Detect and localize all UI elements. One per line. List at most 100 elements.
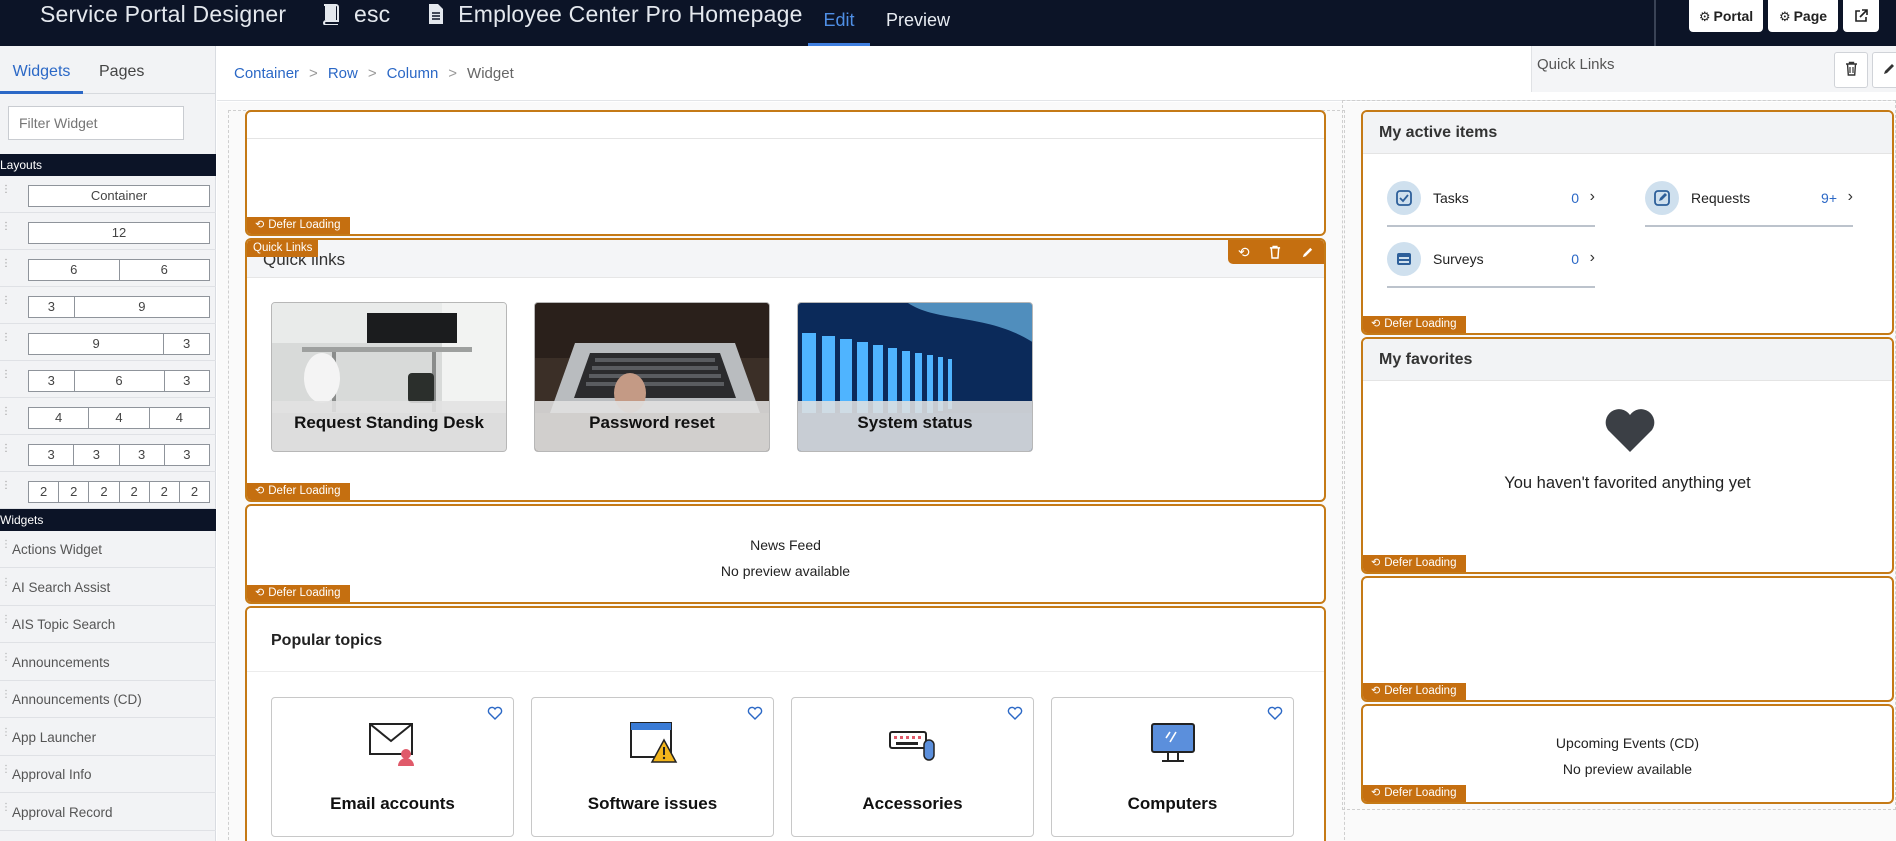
designer-header: Service Portal Designer esc Employee Cen…	[0, 0, 1896, 46]
upcoming-events-widget[interactable]: Upcoming Events (CD) No preview availabl…	[1361, 704, 1894, 804]
drag-handle-icon[interactable]: ⋮	[1, 407, 11, 422]
open-new-window-button[interactable]	[1843, 0, 1879, 32]
layout-option[interactable]: ⋮ 3 3 3 3	[0, 435, 216, 472]
breadcrumb-current: Widget	[467, 65, 514, 82]
widget-list-item[interactable]: ⋮ App Launcher	[0, 719, 216, 756]
tab-pages[interactable]: Pages	[99, 46, 144, 94]
layout-option[interactable]: ⋮ 3 6 3	[0, 361, 216, 398]
tab-edit[interactable]: Edit	[808, 0, 870, 46]
tab-widgets[interactable]: Widgets	[0, 46, 83, 94]
quick-links-widget[interactable]: Quick links Quick Links ⟲ Request Standi…	[245, 238, 1326, 502]
breadcrumb-column[interactable]: Column	[387, 65, 439, 82]
topic-card-label: Email accounts	[330, 794, 455, 813]
trash-icon[interactable]	[1269, 245, 1281, 259]
layout-option[interactable]: ⋮ Container	[0, 176, 216, 213]
widget-list-item[interactable]: ⋮ Actions Widget	[0, 531, 216, 568]
my-active-items-widget[interactable]: My active items Tasks 0 › Requests 9+ › …	[1361, 110, 1894, 335]
drag-handle-icon[interactable]: ⋮	[1, 727, 11, 737]
layout-column: 3	[29, 371, 75, 391]
portal-name-link[interactable]: esc	[354, 1, 390, 27]
breadcrumb-row[interactable]: Row	[328, 65, 358, 82]
defer-loading-tag: ⟲ Defer Loading	[1363, 555, 1467, 572]
layout-column: 3	[183, 336, 191, 351]
widget-list-item[interactable]: ⋮ Announcements (CD)	[0, 681, 216, 718]
gear-icon: ⚙	[1698, 9, 1711, 24]
widget-list-item[interactable]: ⋮ AIS Topic Search	[0, 606, 216, 643]
layouts-header: Layouts	[0, 154, 216, 176]
layout-column: 2	[29, 482, 60, 502]
heart-outline-icon[interactable]	[747, 706, 763, 720]
pencil-icon	[1884, 64, 1894, 74]
drag-handle-icon[interactable]: ⋮	[1, 481, 11, 496]
topic-card-email-accounts[interactable]: Email accounts	[271, 697, 514, 837]
quick-link-tile-standing-desk[interactable]: Request Standing Desk	[271, 302, 507, 452]
empty-right-widget-box[interactable]: ⟲ Defer Loading	[1361, 576, 1894, 702]
active-items-title: My active items	[1379, 124, 1498, 141]
drag-handle-icon[interactable]: ⋮	[1, 765, 11, 775]
drag-handle-icon[interactable]: ⋮	[1, 652, 11, 662]
filter-widget-input[interactable]	[8, 106, 184, 140]
widget-list-item[interactable]: ⋮ Approval Info	[0, 756, 216, 793]
topic-card-accessories[interactable]: Accessories	[791, 697, 1034, 837]
drag-handle-icon[interactable]: ⋮	[1, 615, 11, 625]
drag-handle-icon[interactable]: ⋮	[1, 296, 11, 311]
pencil-icon[interactable]	[1301, 246, 1314, 259]
page-button[interactable]: ⚙ Page	[1768, 0, 1838, 32]
widget-name: Actions Widget	[12, 542, 103, 557]
portal-button[interactable]: ⚙ Portal	[1689, 0, 1763, 32]
quick-link-tile-password-reset[interactable]: Password reset	[534, 302, 770, 452]
popular-topics-widget[interactable]: Popular topics Email accounts Software i…	[245, 606, 1326, 841]
drag-handle-icon[interactable]: ⋮	[1, 802, 11, 812]
layout-option[interactable]: ⋮ 6 6	[0, 250, 216, 287]
heart-outline-icon[interactable]	[1007, 706, 1023, 720]
favorites-title: My favorites	[1379, 351, 1473, 368]
widget-list-item[interactable]: ⋮ Announcements	[0, 644, 216, 681]
reset-icon[interactable]: ⟲	[1238, 244, 1250, 261]
tab-preview[interactable]: Preview	[886, 0, 950, 46]
heart-outline-icon[interactable]	[1267, 706, 1283, 720]
drag-handle-icon[interactable]: ⋮	[1, 444, 11, 459]
topic-card-software-issues[interactable]: Software issues	[531, 697, 774, 837]
breadcrumb: Container > Row > Column > Widget	[234, 65, 514, 82]
drag-handle-icon[interactable]: ⋮	[1, 185, 11, 200]
drag-handle-icon[interactable]: ⋮	[1, 540, 11, 550]
widget-list-item[interactable]: ⋮ AI Search Assist	[0, 569, 216, 606]
topic-card-computers[interactable]: Computers	[1051, 697, 1294, 837]
quick-link-tile-system-status[interactable]: System status	[797, 302, 1033, 452]
layout-column: 6	[29, 260, 120, 280]
my-favorites-widget[interactable]: My favorites You haven't favorited anyth…	[1361, 337, 1894, 574]
external-link-icon	[1855, 9, 1868, 22]
layout-option[interactable]: ⋮ 9 3	[0, 324, 216, 361]
active-item-surveys[interactable]: Surveys 0 ›	[1387, 238, 1595, 288]
widget-list-item[interactable]: ⋮ Approval Record	[0, 794, 216, 831]
drag-handle-icon[interactable]: ⋮	[1, 222, 11, 237]
layout-option[interactable]: ⋮ 4 4 4	[0, 398, 216, 435]
layout-option[interactable]: ⋮ 2 2 2 2 2 2	[0, 472, 216, 509]
active-item-tasks[interactable]: Tasks 0 ›	[1387, 177, 1595, 227]
widget-name: Announcements (CD)	[12, 692, 142, 707]
drag-handle-icon[interactable]: ⋮	[1, 333, 11, 348]
layout-option[interactable]: ⋮ 3 9	[0, 287, 216, 324]
header-title: Service Portal Designer esc Employee Cen…	[40, 0, 803, 30]
reload-icon: ⟲	[255, 219, 265, 231]
breadcrumb-container[interactable]: Container	[234, 65, 299, 82]
drag-handle-icon[interactable]: ⋮	[1, 370, 11, 385]
edit-widget-button[interactable]	[1872, 52, 1896, 88]
layout-option[interactable]: ⋮ 12	[0, 213, 216, 250]
drag-handle-icon[interactable]: ⋮	[1, 690, 11, 700]
widget-name: App Launcher	[12, 729, 97, 745]
page-name-link[interactable]: Employee Center Pro Homepage	[458, 1, 802, 27]
empty-widget-box[interactable]: ⟲ Defer Loading	[245, 110, 1326, 236]
drag-handle-icon[interactable]: ⋮	[1, 577, 11, 587]
page-canvas: ⟲ Defer Loading Quick links Quick Links ⟲	[217, 100, 1896, 841]
active-item-requests[interactable]: Requests 9+ ›	[1645, 177, 1853, 227]
quick-links-tag: Quick Links	[247, 240, 319, 257]
layout-column: 4	[89, 408, 150, 428]
app-title: Service Portal Designer	[40, 1, 287, 27]
drag-handle-icon[interactable]: ⋮	[1, 259, 11, 274]
heart-outline-icon[interactable]	[487, 706, 503, 720]
defer-loading-tag: ⟲ Defer Loading	[247, 483, 351, 500]
upcoming-events-message: No preview available	[1562, 761, 1693, 777]
delete-widget-button[interactable]	[1834, 52, 1868, 88]
news-feed-widget[interactable]: News Feed No preview available ⟲ Defer Lo…	[245, 504, 1326, 604]
